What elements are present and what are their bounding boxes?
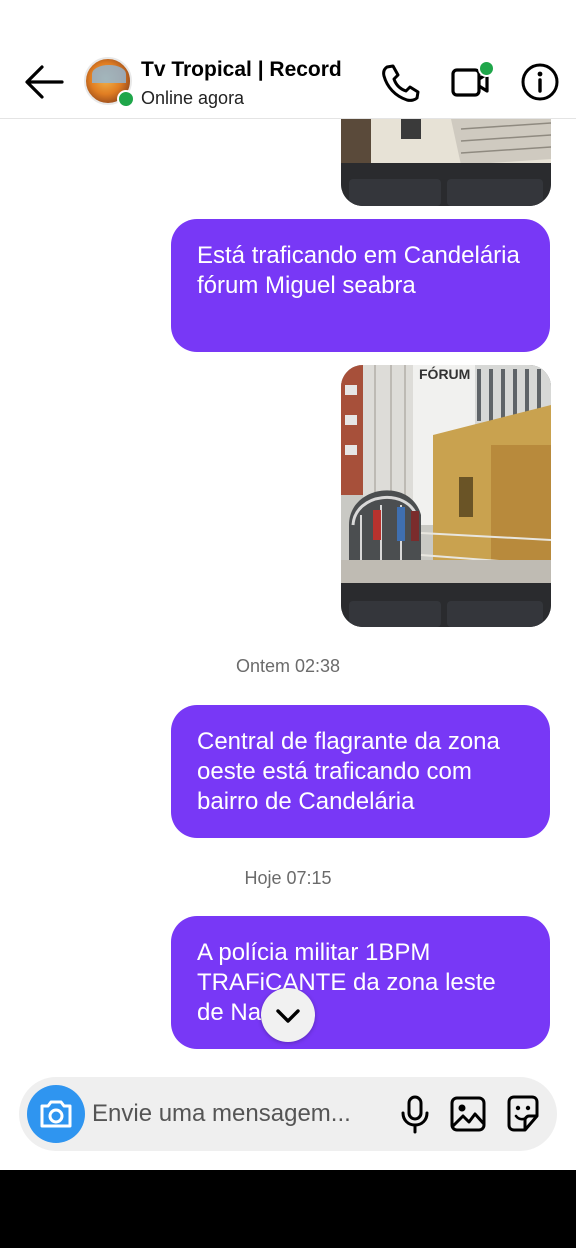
back-button[interactable] bbox=[22, 62, 66, 102]
message-bubble[interactable]: A polícia militar 1BPM TRAFiCANTE da zon… bbox=[171, 916, 550, 1049]
system-navigation-bar bbox=[0, 1170, 576, 1248]
gallery-button[interactable] bbox=[448, 1092, 488, 1136]
message-input[interactable] bbox=[92, 1094, 382, 1134]
photo-image bbox=[341, 119, 551, 206]
phone-icon bbox=[382, 64, 420, 102]
info-button[interactable] bbox=[518, 60, 562, 104]
image-message[interactable] bbox=[341, 119, 551, 206]
image-message[interactable]: FÓRUM bbox=[341, 365, 551, 627]
online-indicator bbox=[117, 90, 135, 108]
sticker-button[interactable] bbox=[503, 1092, 543, 1136]
message-bubble[interactable]: Está traficando em Candelária fórum Migu… bbox=[171, 219, 550, 352]
photo-image: FÓRUM bbox=[341, 365, 551, 627]
contact-status: Online agora bbox=[141, 88, 245, 108]
contact-name[interactable]: Tv Tropical | Record bbox=[141, 58, 342, 82]
building-sign: FÓRUM bbox=[419, 365, 470, 382]
back-arrow-icon bbox=[25, 65, 64, 99]
call-button[interactable] bbox=[378, 60, 422, 104]
camera-icon bbox=[40, 1100, 72, 1128]
microphone-icon bbox=[401, 1095, 429, 1134]
voice-message-button[interactable] bbox=[395, 1092, 435, 1136]
chat-header: Tv Tropical | Record Online agora bbox=[0, 0, 576, 119]
message-timestamp: Ontem 02:38 bbox=[235, 656, 341, 676]
camera-button[interactable] bbox=[27, 1085, 85, 1143]
gallery-icon bbox=[450, 1096, 486, 1132]
chevron-down-icon bbox=[276, 1009, 300, 1023]
message-timestamp: Hoje 07:15 bbox=[244, 868, 332, 888]
sticker-icon bbox=[507, 1095, 539, 1132]
message-bubble[interactable]: Central de flagrante da zona oeste está … bbox=[171, 705, 550, 838]
video-active-dot bbox=[478, 60, 495, 77]
info-icon bbox=[521, 63, 559, 101]
scroll-to-bottom-button[interactable] bbox=[261, 988, 315, 1042]
